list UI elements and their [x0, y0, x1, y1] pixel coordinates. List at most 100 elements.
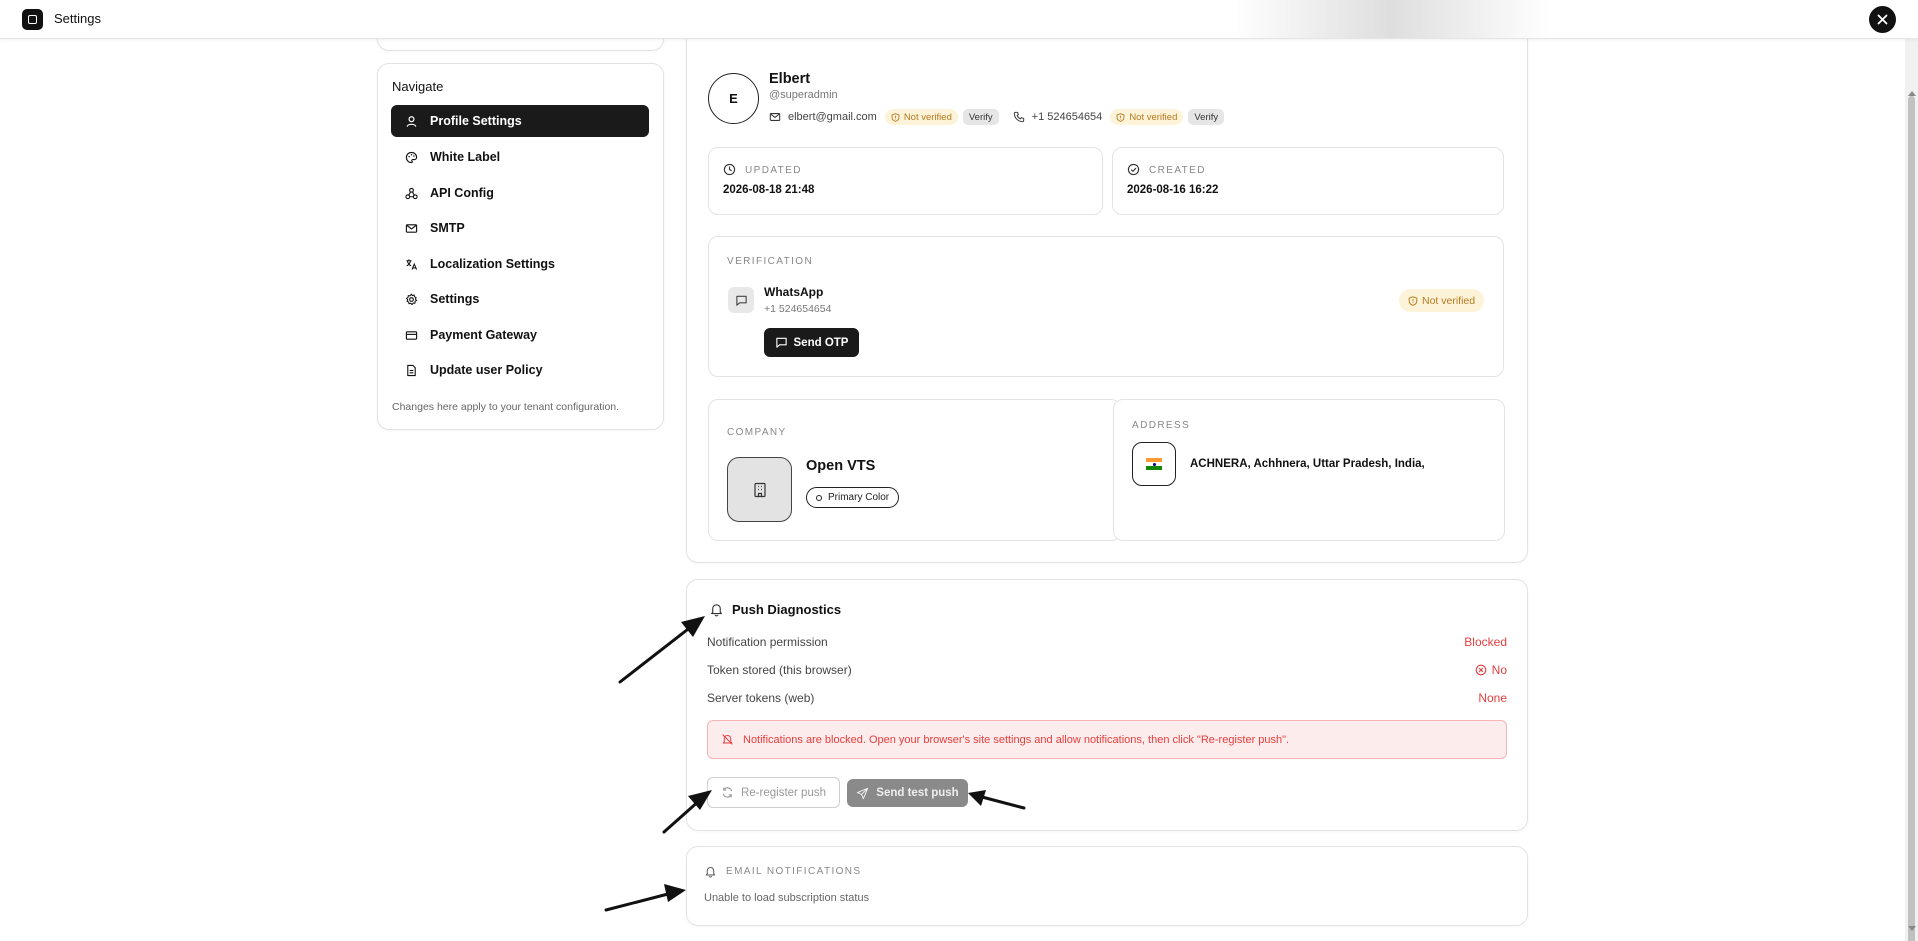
page-title: Settings [54, 11, 101, 26]
email-status-badge: Not verified [884, 109, 958, 125]
sidebar-item-settings[interactable]: Settings [391, 283, 649, 315]
diag-value: None [1478, 691, 1507, 705]
profile-email: elbert@gmail.com [788, 111, 877, 123]
credit-card-icon [404, 328, 418, 342]
verification-channel: WhatsApp [764, 285, 824, 299]
verification-card: VERIFICATION WhatsApp +1 524654654 Not v… [708, 236, 1504, 377]
avatar: E [708, 73, 759, 124]
page-scrollbar[interactable] [1905, 39, 1918, 941]
company-name: Open VTS [806, 458, 876, 474]
sidebar-footer-note: Changes here apply to your tenant config… [392, 401, 620, 413]
scroll-thumb[interactable] [1908, 96, 1915, 941]
close-button[interactable] [1869, 6, 1896, 33]
bell-icon [711, 604, 722, 617]
india-flag-icon [1132, 442, 1176, 486]
mail-icon [769, 113, 781, 121]
updated-card: UPDATED 2026-08-18 21:48 [708, 147, 1103, 215]
sidebar-item-payment-gateway[interactable]: Payment Gateway [391, 319, 649, 351]
send-otp-button[interactable]: Send OTP [764, 328, 859, 357]
contact-row: elbert@gmail.com Not verified Verify +1 … [769, 108, 1225, 126]
app-logo-icon [22, 9, 43, 30]
diag-row-token-stored: Token stored (this browser) No [707, 661, 1507, 679]
settings-sidebar: Navigate Profile Settings White Label AP… [377, 63, 664, 430]
shield-warning-icon [1116, 112, 1125, 122]
x-circle-icon [1475, 664, 1487, 676]
diag-label: Token stored (this browser) [707, 663, 852, 677]
building-icon [753, 482, 766, 497]
verification-status-badge: Not verified [1399, 289, 1485, 312]
created-card: CREATED 2026-08-16 16:22 [1112, 147, 1504, 215]
topbar-highlight [1230, 0, 1550, 38]
created-label: CREATED [1149, 165, 1206, 176]
sidebar-item-localization-settings[interactable]: Localization Settings [391, 248, 649, 280]
sidebar-item-label: Settings [430, 292, 480, 306]
diag-label: Notification permission [707, 635, 828, 649]
document-icon [404, 363, 418, 377]
primary-color-chip[interactable]: Primary Color [806, 487, 900, 508]
updated-label: UPDATED [745, 165, 802, 176]
gear-icon [404, 292, 418, 306]
profile-username: @superadmin [769, 89, 838, 101]
scroll-down-arrow-icon[interactable] [1908, 926, 1916, 931]
translate-icon [404, 257, 418, 271]
sidebar-item-label: Profile Settings [430, 114, 522, 128]
verify-email-button[interactable]: Verify [962, 109, 999, 125]
chat-icon [728, 287, 754, 313]
updated-value: 2026-08-18 21:48 [723, 184, 815, 196]
sidebar-item-update-user-policy[interactable]: Update user Policy [391, 354, 649, 386]
arrow-annotation [604, 884, 686, 912]
top-bar: Settings [0, 0, 1918, 39]
blocked-alert: Notifications are blocked. Open your bro… [707, 720, 1507, 759]
mail-icon [404, 221, 418, 235]
send-test-push-button[interactable]: Send test push [847, 779, 968, 807]
verification-number: +1 524654654 [764, 303, 832, 315]
phone-status-badge: Not verified [1110, 109, 1184, 125]
email-notifications-status: Unable to load subscription status [704, 892, 870, 904]
created-value: 2026-08-16 16:22 [1127, 184, 1219, 196]
sidebar-item-label: Payment Gateway [430, 328, 537, 342]
clock-icon [723, 163, 736, 176]
sidebar-item-profile-settings[interactable]: Profile Settings [391, 105, 649, 137]
chat-icon [775, 337, 787, 348]
close-icon [1877, 14, 1888, 25]
sidebar-item-white-label[interactable]: White Label [391, 141, 649, 173]
diag-row-server-tokens: Server tokens (web) None [707, 689, 1507, 707]
push-diagnostics-title: Push Diagnostics [732, 602, 842, 617]
send-icon [857, 787, 869, 799]
phone-icon [1013, 111, 1024, 123]
alert-text: Notifications are blocked. Open your bro… [743, 733, 1290, 746]
shield-warning-icon [891, 112, 900, 122]
user-icon [404, 114, 418, 128]
sidebar-item-smtp[interactable]: SMTP [391, 212, 649, 244]
color-swatch-icon [816, 494, 822, 501]
sidebar-item-label: Update user Policy [430, 363, 543, 377]
sidebar-item-api-config[interactable]: API Config [391, 177, 649, 209]
email-notifications-label: EMAIL NOTIFICATIONS [726, 866, 862, 877]
shield-warning-icon [1408, 295, 1418, 306]
verify-phone-button[interactable]: Verify [1188, 109, 1225, 125]
profile-phone: +1 524654654 [1031, 111, 1103, 123]
re-register-push-button[interactable]: Re-register push [707, 777, 840, 808]
sidebar-item-label: API Config [430, 186, 494, 200]
diag-label: Server tokens (web) [707, 691, 815, 705]
address-value: ACHNERA, Achhnera, Uttar Pradesh, India, [1190, 458, 1425, 470]
diag-row-permission: Notification permission Blocked [707, 633, 1507, 651]
profile-name: Elbert [769, 71, 811, 87]
diag-value: Blocked [1464, 635, 1507, 649]
profile-card: E Elbert @superadmin elbert@gmail.com No… [686, 20, 1528, 563]
sidebar-heading: Navigate [392, 79, 444, 94]
email-notifications-card: EMAIL NOTIFICATIONS Unable to load subsc… [686, 846, 1528, 926]
sidebar-item-label: Localization Settings [430, 257, 556, 271]
bell-icon [705, 867, 716, 878]
company-logo[interactable] [727, 457, 792, 522]
bell-off-icon [722, 734, 733, 745]
webhook-icon [404, 186, 418, 200]
palette-icon [404, 150, 418, 164]
sidebar-item-label: SMTP [430, 221, 465, 235]
diag-value: No [1475, 663, 1507, 677]
refresh-icon [722, 787, 733, 798]
push-diagnostics-card: Push Diagnostics Notification permission… [686, 579, 1528, 831]
address-card: ADDRESS ACHNERA, Achhnera, Uttar Pradesh… [1113, 399, 1505, 541]
company-label: COMPANY [727, 427, 787, 438]
address-label: ADDRESS [1132, 420, 1191, 431]
